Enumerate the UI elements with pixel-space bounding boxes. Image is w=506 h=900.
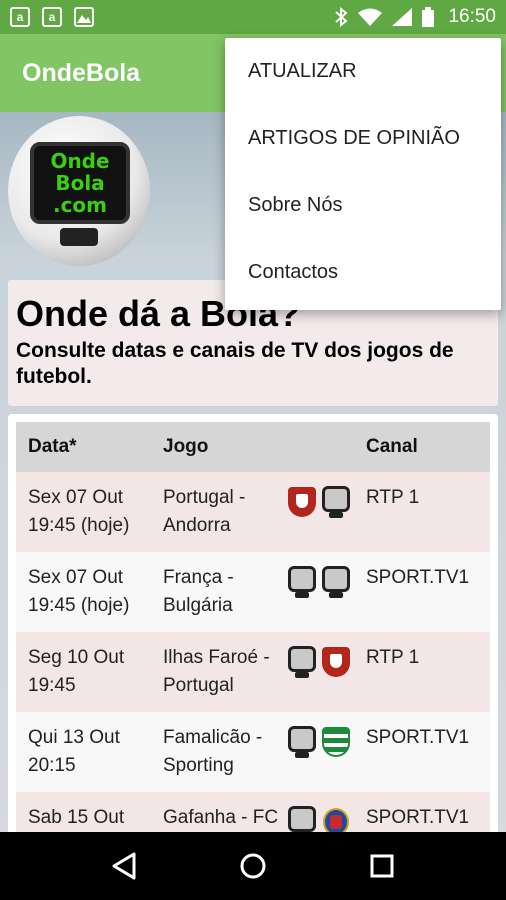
logo-line: .com [52,193,108,217]
row-game: Sporting [163,755,234,776]
tv-icon [286,724,318,760]
wifi-icon [358,8,383,26]
table-header: Data* Jogo Canal [16,422,490,472]
row-channel: SPORT.TV1 [366,567,470,588]
menu-item-contactos[interactable]: Contactos [225,239,501,306]
table-row[interactable]: Sex 07 Out 19:45 (hoje) Portugal - Andorra… [16,472,490,552]
app-title: OndeBola [22,58,141,87]
row-date: Sex 07 Out [28,487,124,508]
home-button[interactable] [223,836,283,896]
tv-icon [286,564,318,600]
logo-line: Bola [55,171,105,195]
logo-stand [60,228,98,246]
row-date: Seg 10 Out [28,647,125,668]
header-channel: Canal [366,436,418,457]
row-channel: RTP 1 [366,647,420,668]
fcporto-crest-icon [320,804,352,832]
tv-icon [320,564,352,600]
row-game: Portugal [163,675,234,696]
bluetooth-icon [335,7,348,27]
row-date: Sab 15 Out [28,807,125,828]
ondebola-logo: Onde Bola .com [8,116,150,266]
image-icon [74,7,94,27]
row-game: Gafanha - FC [163,807,279,828]
row-channel: SPORT.TV1 [366,807,470,828]
row-date: Qui 13 Out [28,727,120,748]
back-icon [112,852,136,880]
row-game: Famalicão - [163,727,263,748]
row-date: Sex 07 Out [28,567,124,588]
status-bar: a a 16:50 [0,0,506,34]
row-game: Bulgária [163,595,233,616]
back-button[interactable] [94,836,154,896]
header-game: Jogo [163,436,209,457]
header-date: Data* [28,436,77,457]
overflow-menu: ATUALIZAR ARTIGOS DE OPINIÃO Sobre Nós C… [225,38,501,310]
menu-item-sobre[interactable]: Sobre Nós [225,172,501,239]
status-time: 16:50 [448,6,496,27]
row-game: Ilhas Faroé - [163,647,270,668]
tv-icon [320,484,352,520]
logo-screen: Onde Bola .com [30,142,130,224]
amazon-icon: a [10,7,30,27]
table-row[interactable]: Seg 10 Out 19:45 Ilhas Faroé - Portugal RT… [16,632,490,712]
row-time: 20:15 [28,755,76,776]
row-game: Andorra [163,515,231,536]
home-icon [240,853,266,879]
table-row[interactable]: Qui 13 Out 20:15 Famalicão - Sporting SPOR… [16,712,490,792]
system-nav-bar [0,832,506,900]
recents-icon [370,854,394,878]
battery-icon [422,7,435,27]
page-subtitle: Consulte datas e canais de TV dos jogos … [16,339,454,388]
recents-button[interactable] [352,836,412,896]
signal-icon [392,8,413,26]
row-game: Portugal - [163,487,246,508]
tv-icon [286,644,318,680]
portugal-crest-icon [320,644,352,680]
menu-item-atualizar[interactable]: ATUALIZAR [225,38,501,105]
row-channel: SPORT.TV1 [366,727,470,748]
games-table: Data* Jogo Canal Sex 07 Out 19:45 (hoje) … [8,414,498,832]
table-row[interactable]: Sex 07 Out 19:45 (hoje) França - Bulgária … [16,552,490,632]
row-time: 19:45 (hoje) [28,515,130,536]
row-channel: RTP 1 [366,487,420,508]
row-time: 19:45 (hoje) [28,595,130,616]
tv-icon [286,804,318,832]
row-game: França - [163,567,234,588]
portugal-crest-icon [286,484,318,520]
table-row[interactable]: Sab 15 Out Gafanha - FC SPORT.TV1 [16,792,490,832]
menu-item-artigos[interactable]: ARTIGOS DE OPINIÃO [225,105,501,172]
amazon-icon: a [42,7,62,27]
logo-line: Onde [50,149,110,173]
row-time: 19:45 [28,675,76,696]
sporting-crest-icon [320,724,352,760]
